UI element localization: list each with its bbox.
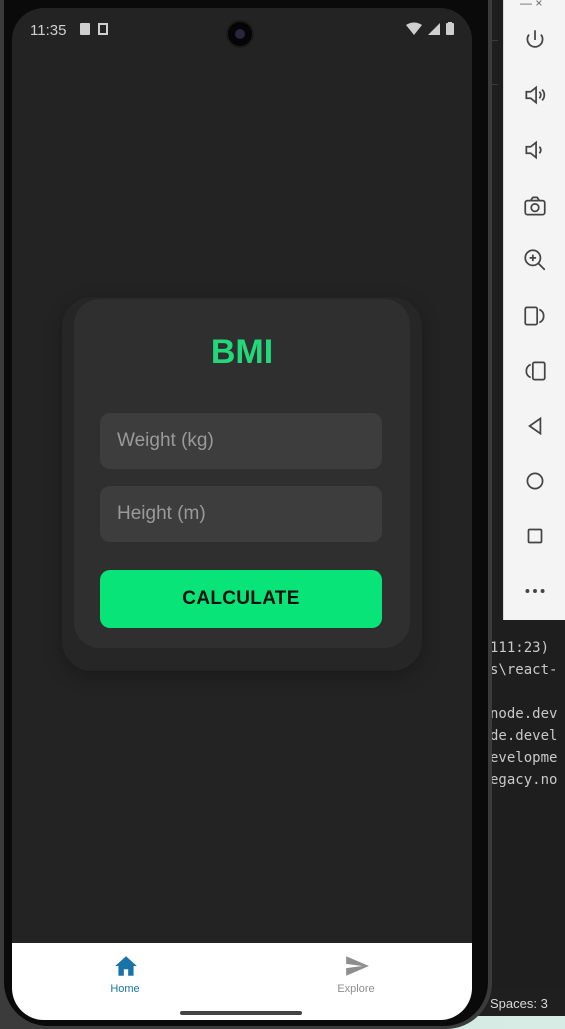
editor-status-spaces[interactable]: Spaces: 3 (486, 990, 565, 1016)
weight-input[interactable] (100, 413, 382, 469)
tab-home-label: Home (110, 983, 140, 995)
rotate-right-icon[interactable] (504, 296, 565, 336)
signal-icon (428, 22, 440, 35)
editor-line: egacy.no (490, 772, 558, 788)
notification-icon (98, 23, 108, 35)
zoom-in-icon[interactable] (504, 240, 565, 280)
battery-icon (446, 22, 454, 35)
tab-home[interactable]: Home (65, 943, 185, 1003)
volume-up-icon[interactable] (504, 75, 565, 115)
editor-line: de.devel (490, 728, 558, 744)
editor-line: evelopme (490, 750, 558, 766)
status-icons (406, 22, 454, 35)
toolbar-window-controls[interactable]: — × (520, 0, 542, 10)
power-icon[interactable] (504, 20, 565, 60)
editor-line: s\react- (490, 662, 558, 678)
gesture-home-indicator[interactable] (180, 1011, 302, 1015)
status-time: 11:35 (30, 22, 67, 39)
phone-screen: 11:35 BMI CALCULATE Home Explore (12, 8, 472, 1020)
more-icon[interactable] (504, 571, 565, 611)
wifi-icon (406, 22, 422, 35)
status-bar: 11:35 (12, 8, 472, 52)
home-icon (115, 956, 137, 976)
sd-card-icon (80, 23, 90, 35)
rotate-left-icon[interactable] (504, 351, 565, 391)
calculate-button[interactable]: CALCULATE (100, 570, 382, 628)
front-camera (226, 20, 254, 48)
editor-line: node.dev (490, 706, 558, 722)
bmi-title: BMI (210, 333, 274, 371)
overview-icon[interactable] (504, 516, 565, 556)
bottom-tab-bar: Home Explore (12, 943, 472, 1020)
home-circle-icon[interactable] (504, 461, 565, 501)
camera-icon[interactable] (504, 186, 565, 226)
send-icon (346, 956, 369, 976)
emulator-toolbar: — × (503, 0, 565, 620)
tab-explore[interactable]: Explore (296, 943, 416, 1003)
editor-line: 111:23) (490, 640, 550, 656)
back-icon[interactable] (504, 406, 565, 446)
tab-explore-label: Explore (337, 983, 375, 995)
volume-down-icon[interactable] (504, 130, 565, 170)
bmi-card: BMI CALCULATE (74, 299, 410, 648)
height-input[interactable] (100, 486, 382, 542)
